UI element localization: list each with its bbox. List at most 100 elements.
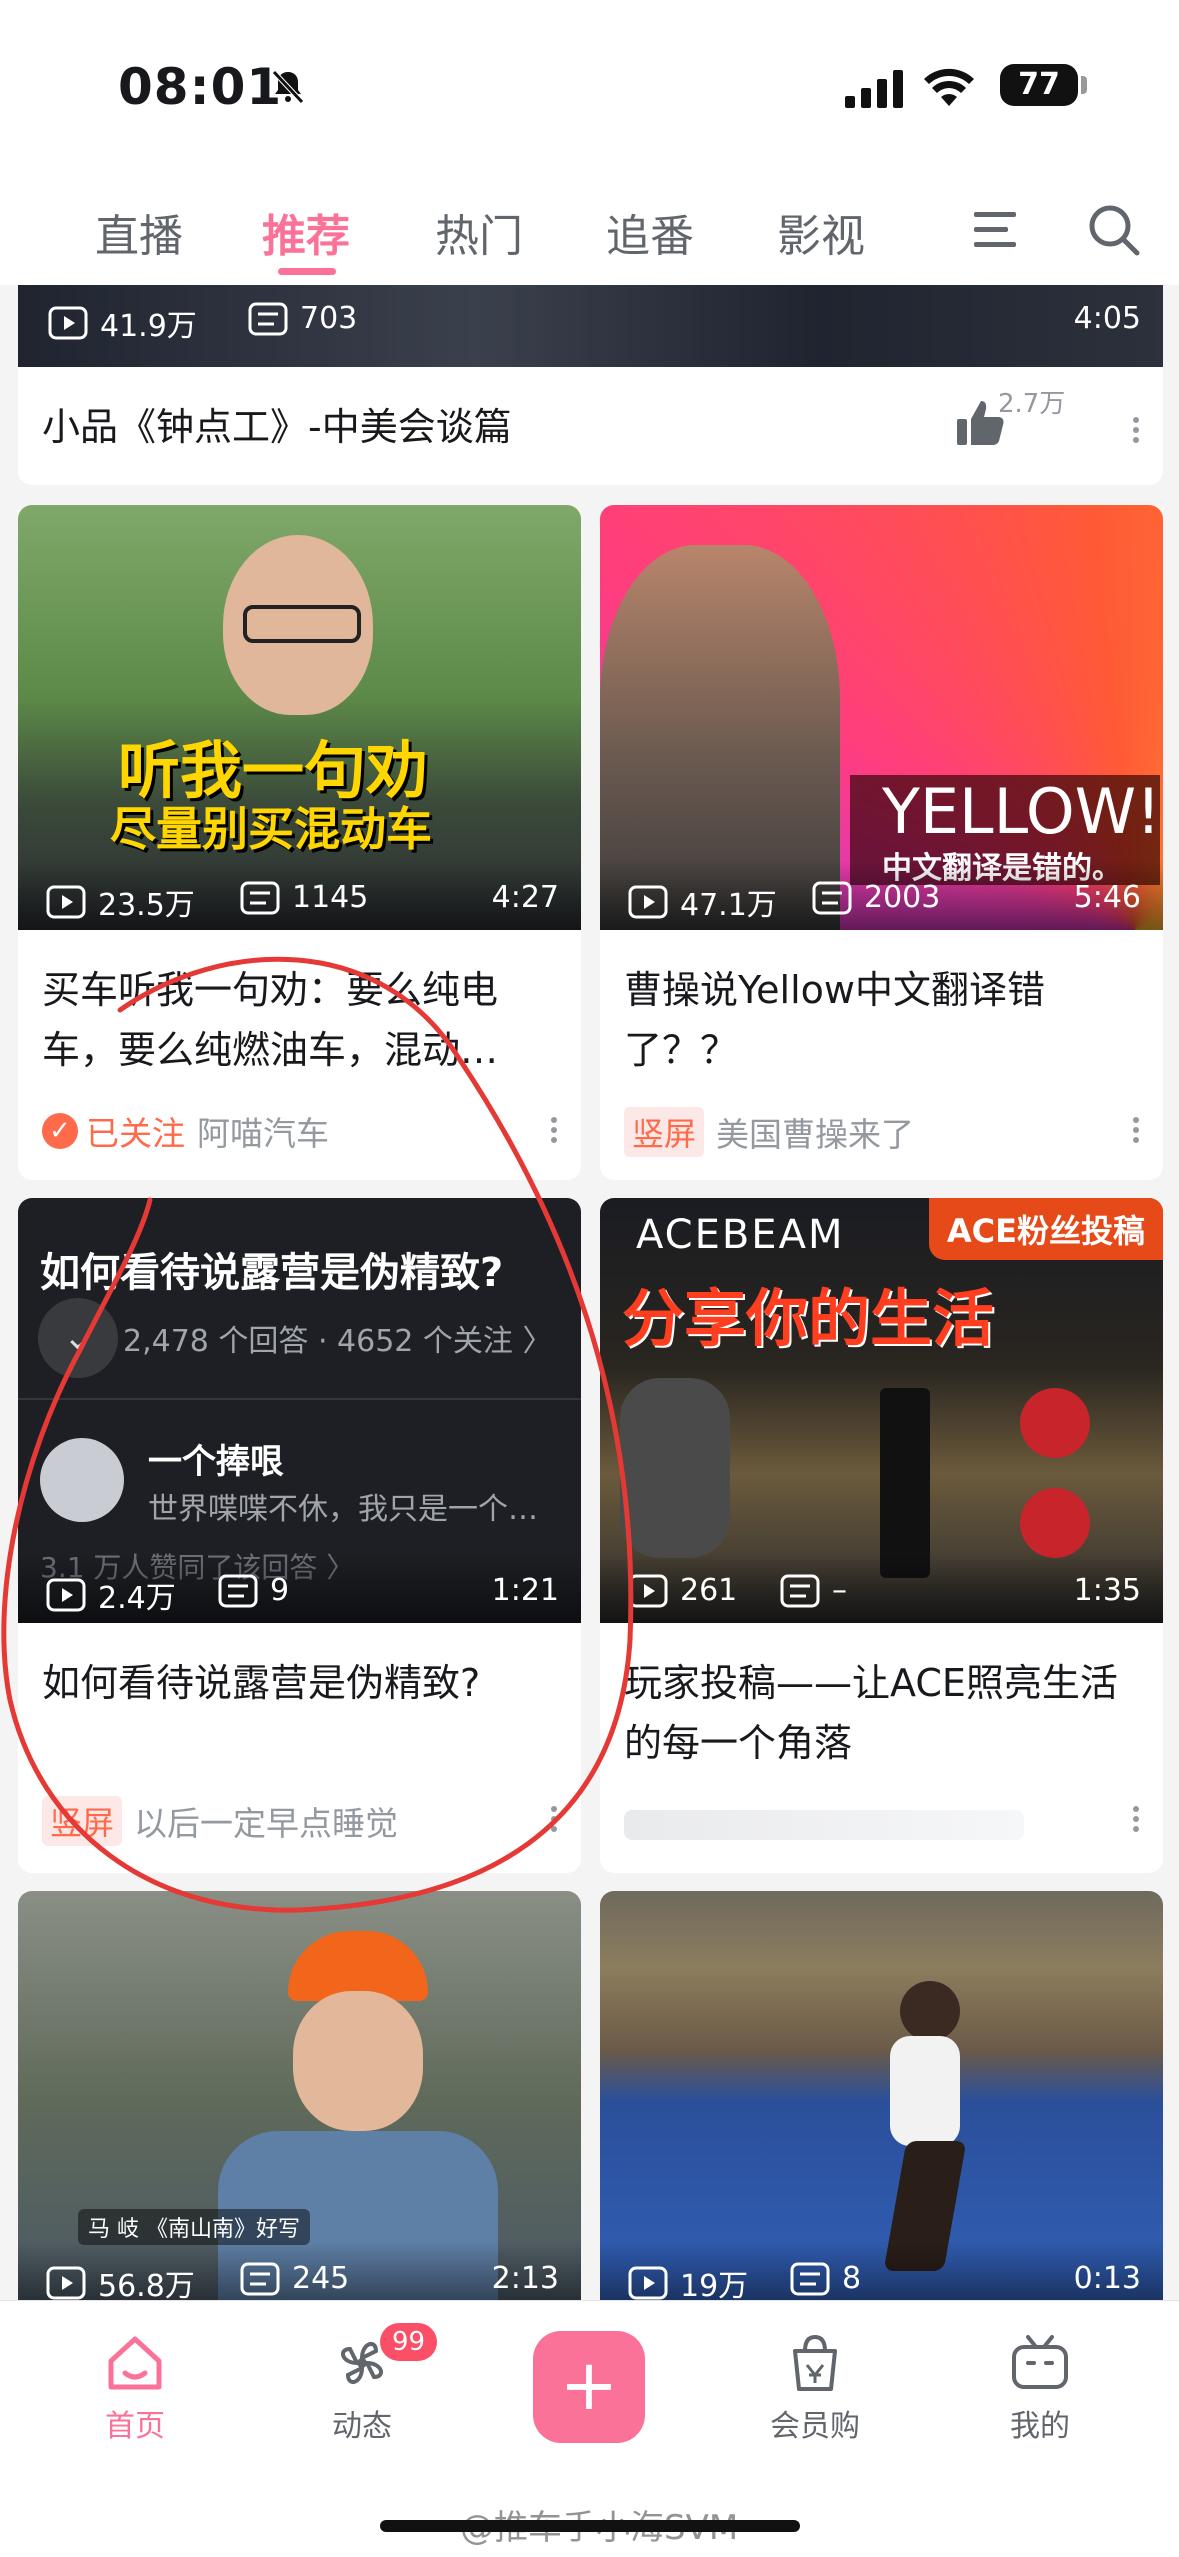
tab-film[interactable]: 影视 xyxy=(777,200,865,264)
nav-shop[interactable]: 会员购 xyxy=(740,2331,890,2445)
tv-icon xyxy=(1012,2335,1068,2389)
wifi-icon xyxy=(924,68,974,106)
comment-count: 703 xyxy=(300,301,358,336)
video-card[interactable]: 马 岐 《南山南》好写 56.8万 245 2:13 xyxy=(18,1891,581,2311)
followed-status: ✓ 已关注 xyxy=(42,1107,185,1155)
video-duration: 4:27 xyxy=(491,880,559,915)
view-count: 261 xyxy=(680,1573,738,1608)
more-options-icon[interactable] xyxy=(1131,1113,1141,1147)
danmaku-icon xyxy=(248,302,288,335)
channel-tabs: 直播 推荐 热门 追番 影视 xyxy=(0,170,1179,285)
video-duration: 1:21 xyxy=(491,1573,559,1608)
video-card[interactable]: 听我一句劝 尽量别买混动车 23.5万 1145 4:27 买车听我一句劝：要么… xyxy=(18,505,581,1180)
video-duration: 1:35 xyxy=(1073,1573,1141,1608)
runner-shirt xyxy=(890,2036,960,2146)
view-count: 56.8万 xyxy=(98,2269,195,2304)
nav-home-label: 首页 xyxy=(105,2409,165,2444)
more-options-icon[interactable] xyxy=(1131,413,1141,447)
danmaku-icon xyxy=(790,2262,830,2295)
thumbnail-subheadline: 尽量别买混动车 xyxy=(110,802,432,856)
video-card[interactable]: 如何看待说露营是伪精致? ⌄ 2,478 个回答 · 4652 个关注 〉 一个… xyxy=(18,1198,581,1873)
video-card[interactable]: 19万 8 0:13 xyxy=(600,1891,1163,2311)
followed-label: 已关注 xyxy=(86,1114,185,1153)
answer-stats: 2,478 个回答 · 4652 个关注 〉 xyxy=(123,1324,553,1359)
comment-count: 1145 xyxy=(292,880,369,915)
singer-face xyxy=(293,1991,423,2131)
brand-logo: ACEBEAM xyxy=(636,1212,845,1258)
video-card[interactable]: YELLOW! 中文翻译是错的。 47.1万 2003 5:46 曹操说Yell… xyxy=(600,505,1163,1180)
nav-shop-label: 会员购 xyxy=(770,2409,860,2444)
tab-anime[interactable]: 追番 xyxy=(606,200,694,264)
comment-count: 9 xyxy=(270,1573,290,1608)
uploader-name[interactable]: 美国曹操来了 xyxy=(716,1108,914,1156)
more-options-icon[interactable] xyxy=(549,1113,559,1147)
thumbnail-headline: YELLOW! xyxy=(882,775,1161,848)
active-tab-indicator xyxy=(278,268,336,275)
check-icon: ✓ xyxy=(42,1113,78,1149)
vertical-tag: 竖屏 xyxy=(42,1796,123,1846)
uploader-name[interactable]: 以后一定早点睡觉 xyxy=(134,1797,398,1845)
video-meta: 竖屏 美国曹操来了 xyxy=(624,1107,914,1157)
question-title: 如何看待说露营是伪精致? xyxy=(40,1250,504,1296)
search-icon[interactable] xyxy=(1086,202,1142,258)
video-title[interactable]: 买车听我一句劝：要么纯电车，要么纯燃油车，混动… xyxy=(42,960,557,1080)
nav-dynamic-label: 动态 xyxy=(332,2409,392,2444)
nav-mine[interactable]: 我的 xyxy=(965,2331,1115,2445)
tab-hot[interactable]: 热门 xyxy=(435,200,523,264)
play-count-icon xyxy=(46,885,86,919)
red-knob xyxy=(1020,1488,1090,1558)
video-stats: 23.5万 1145 4:27 xyxy=(18,860,581,930)
tab-live[interactable]: 直播 xyxy=(95,200,183,264)
battery-tip xyxy=(1081,76,1087,94)
video-card[interactable]: ACEBEAM ACE粉丝投稿 分享你的生活 261 – 1:35 玩家投稿——… xyxy=(600,1198,1163,1873)
notification-badge: 99 xyxy=(380,2323,438,2361)
bell-muted-icon xyxy=(272,70,304,104)
machine-wheel xyxy=(620,1378,730,1558)
status-bar: 08:01 77 xyxy=(0,0,1179,170)
view-count: 2.4万 xyxy=(98,1581,176,1616)
video-stats: 2.4万 9 1:21 xyxy=(18,1553,581,1623)
uploader-name[interactable]: 阿喵汽车 xyxy=(197,1107,329,1155)
expand-icon: ⌄ xyxy=(38,1298,118,1378)
video-card[interactable]: 41.9万 703 4:05 小品《钟点工》-中美会谈篇 2.7万 xyxy=(18,285,1163,485)
video-title[interactable]: 如何看待说露营是伪精致? xyxy=(42,1653,557,1713)
play-count-icon xyxy=(628,885,668,919)
menu-icon[interactable] xyxy=(970,208,1020,252)
more-options-icon[interactable] xyxy=(1131,1802,1141,1836)
video-duration: 5:46 xyxy=(1073,880,1141,915)
create-post-button[interactable]: + xyxy=(533,2331,645,2443)
like-count: 2.7万 xyxy=(998,389,1066,419)
more-options-icon[interactable] xyxy=(549,1802,559,1836)
video-title[interactable]: 玩家投稿——让ACE照亮生活的每一个角落 xyxy=(624,1653,1139,1773)
meta-placeholder xyxy=(624,1810,1024,1840)
flashlight xyxy=(880,1388,930,1578)
author-name: 一个捧哏 xyxy=(148,1442,284,1482)
home-indicator[interactable] xyxy=(380,2520,800,2532)
thumbnail-caption: 马 岐 《南山南》好写 xyxy=(78,2209,310,2245)
danmaku-icon xyxy=(240,2262,280,2295)
video-title[interactable]: 曹操说Yellow中文翻译错了？？ xyxy=(624,960,1139,1080)
danmaku-icon xyxy=(240,881,280,914)
comment-count: 8 xyxy=(842,2261,862,2296)
battery-indicator: 77 xyxy=(1000,64,1078,106)
danmaku-icon xyxy=(218,1574,258,1607)
red-knob xyxy=(1020,1388,1090,1458)
comment-count: 245 xyxy=(292,2261,350,2296)
play-count-icon xyxy=(46,2266,86,2300)
video-duration: 2:13 xyxy=(491,2261,559,2296)
shopping-bag-icon xyxy=(793,2334,837,2391)
tab-recommend[interactable]: 推荐 xyxy=(262,200,350,264)
video-duration: 4:05 xyxy=(1073,301,1141,336)
author-avatar xyxy=(40,1438,124,1522)
cell-signal-icon xyxy=(845,70,903,108)
play-count-icon xyxy=(48,306,88,340)
home-icon xyxy=(108,2336,162,2390)
glasses xyxy=(243,605,361,643)
video-stats: 41.9万 703 4:05 xyxy=(18,285,1163,367)
danmaku-icon xyxy=(812,881,852,914)
video-meta: ✓ 已关注 阿喵汽车 xyxy=(42,1107,329,1155)
nav-home[interactable]: 首页 xyxy=(60,2331,210,2445)
view-count: 47.1万 xyxy=(680,888,777,923)
nav-mine-label: 我的 xyxy=(1010,2409,1070,2444)
thumbnail-headline: 分享你的生活 xyxy=(622,1282,995,1355)
